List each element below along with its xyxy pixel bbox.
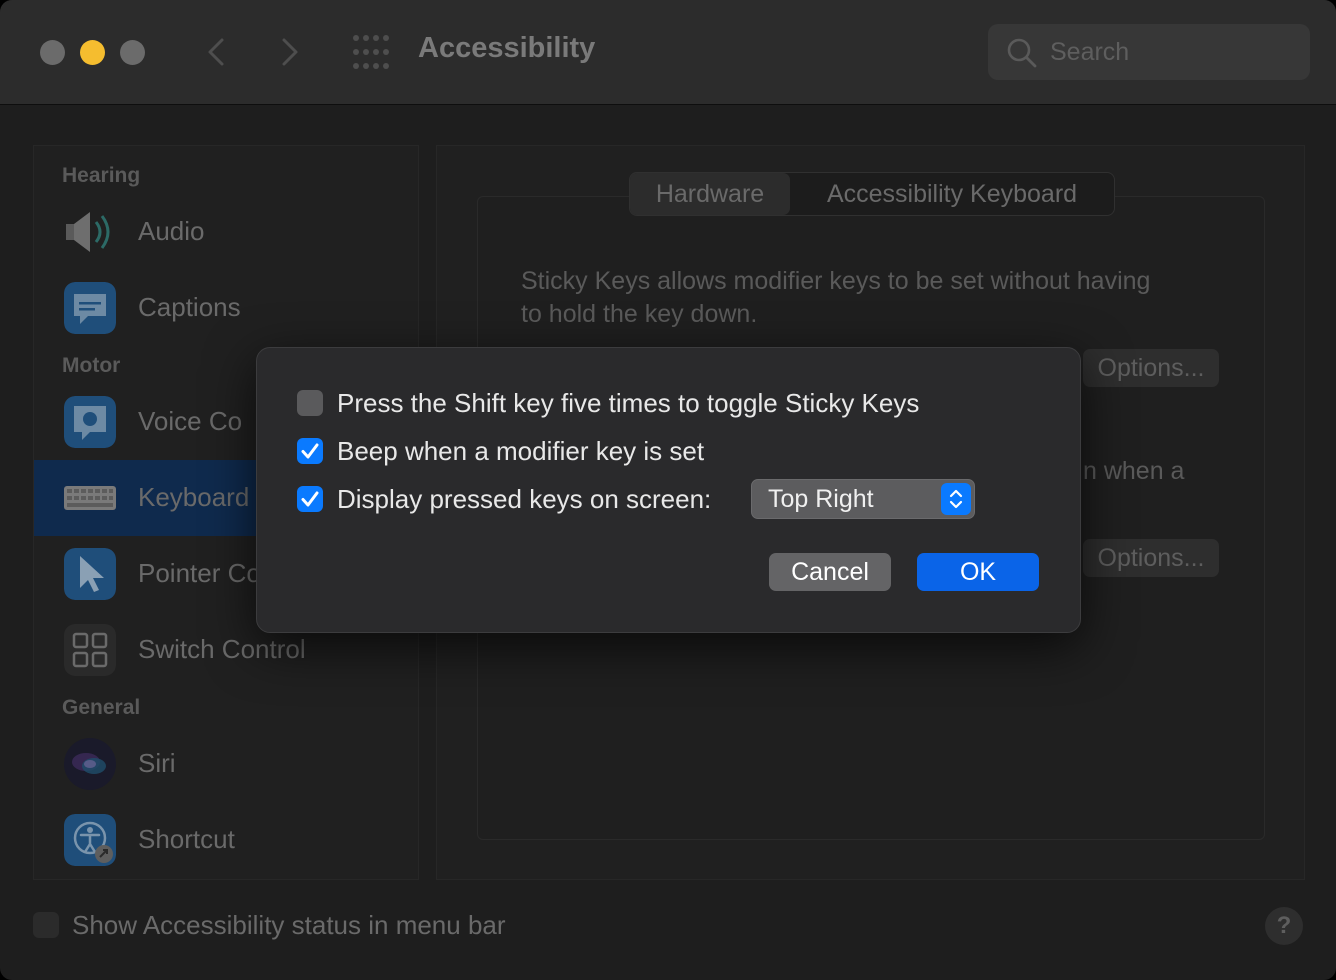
section-header-motor: Motor xyxy=(62,354,121,377)
display-keys-checkbox[interactable] xyxy=(297,486,323,512)
select-stepper xyxy=(941,483,971,515)
display-position-select[interactable]: Top Right xyxy=(751,479,975,519)
title-bar: Accessibility Search xyxy=(0,0,1336,105)
sidebar-item-label: Pointer Co xyxy=(138,558,261,588)
zoom-button[interactable] xyxy=(120,40,145,65)
search-field[interactable]: Search xyxy=(988,24,1310,80)
siri-icon xyxy=(64,738,116,790)
show-status-label: Show Accessibility status in menu bar xyxy=(72,910,506,940)
show-all-grid-icon[interactable] xyxy=(352,34,390,70)
display-keys-label: Display pressed keys on screen: xyxy=(337,484,712,514)
section-header-general: General xyxy=(62,696,141,719)
switch-control-icon xyxy=(64,624,116,676)
beep-checkbox[interactable] xyxy=(297,438,323,464)
sidebar-item-label: Switch Control xyxy=(138,634,306,664)
slow-keys-options-button[interactable]: Options... xyxy=(1083,539,1219,577)
sidebar-item-label: Keyboard xyxy=(138,482,250,512)
sticky-keys-options-button[interactable]: Options... xyxy=(1083,349,1219,387)
sticky-keys-options-sheet: Press the Shift key five times to toggle… xyxy=(256,347,1081,633)
search-placeholder: Search xyxy=(1050,38,1130,66)
cancel-button[interactable]: Cancel xyxy=(769,553,891,591)
captions-icon xyxy=(64,282,116,334)
forward-arrow-icon[interactable] xyxy=(272,34,308,70)
sidebar-item-label: Captions xyxy=(138,292,241,322)
checkmark-icon xyxy=(301,491,319,507)
sidebar-item-label: Siri xyxy=(138,748,176,778)
ok-button[interactable]: OK xyxy=(917,553,1039,591)
system-preferences-window: Accessibility Search Hearing Audio Capti… xyxy=(0,0,1336,980)
sticky-keys-description-line1: Sticky Keys allows modifier keys to be s… xyxy=(521,267,1151,295)
speaker-icon xyxy=(66,212,110,252)
beep-label: Beep when a modifier key is set xyxy=(337,436,705,466)
back-arrow-icon[interactable] xyxy=(198,34,234,70)
search-icon xyxy=(1007,38,1037,68)
close-button[interactable] xyxy=(40,40,65,65)
shift-toggle-checkbox[interactable] xyxy=(297,390,323,416)
tab-hardware[interactable]: Hardware xyxy=(630,173,790,215)
sidebar-item-label: Voice Co xyxy=(138,406,243,436)
pointer-icon xyxy=(64,548,116,600)
sidebar-item-label: Shortcut xyxy=(138,824,235,854)
sidebar-item-label: Audio xyxy=(138,216,205,246)
shift-toggle-label: Press the Shift key five times to toggle… xyxy=(337,388,920,418)
shortcut-icon xyxy=(64,814,116,866)
display-position-value: Top Right xyxy=(768,485,874,513)
chevron-up-down-icon xyxy=(949,489,963,509)
show-status-checkbox[interactable] xyxy=(33,912,59,938)
tab-accessibility-keyboard[interactable]: Accessibility Keyboard xyxy=(790,173,1114,215)
sidebar-item-siri[interactable]: Siri xyxy=(34,726,418,802)
tab-segmented-control: Hardware Accessibility Keyboard xyxy=(629,172,1115,216)
sticky-keys-description-line2: to hold the key down. xyxy=(521,300,758,328)
section-header-hearing: Hearing xyxy=(62,164,141,187)
slow-keys-description-fragment: n when a xyxy=(1083,457,1185,485)
keyboard-icon xyxy=(64,486,116,510)
voice-control-icon xyxy=(64,396,116,448)
sidebar-item-audio[interactable]: Audio xyxy=(34,194,418,270)
sidebar-item-shortcut[interactable]: Shortcut xyxy=(34,802,418,878)
checkmark-icon xyxy=(301,443,319,459)
sidebar-item-captions[interactable]: Captions xyxy=(34,270,418,346)
window-title: Accessibility xyxy=(418,32,596,64)
minimize-button[interactable] xyxy=(80,40,105,65)
help-button[interactable]: ? xyxy=(1265,907,1303,945)
